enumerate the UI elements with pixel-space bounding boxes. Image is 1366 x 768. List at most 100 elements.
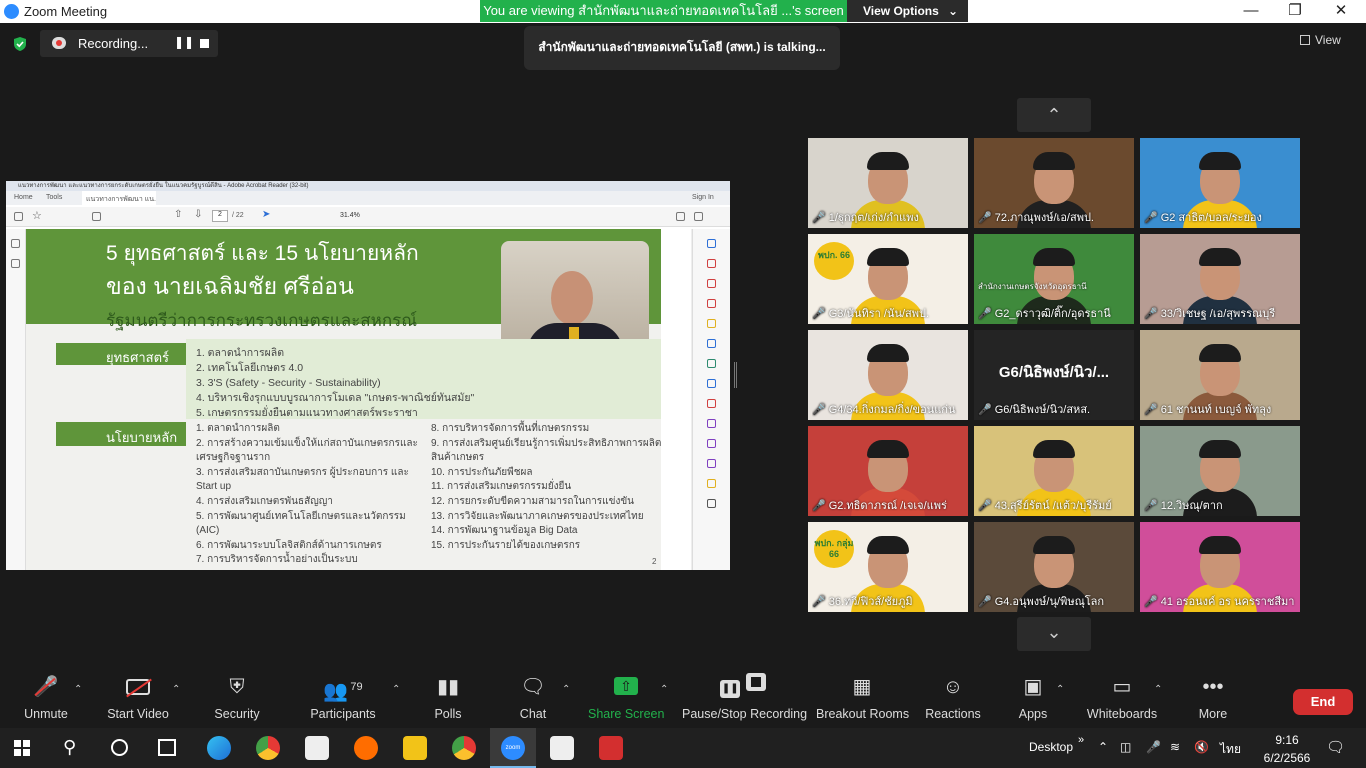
next-page-icon[interactable]: ⇩: [194, 209, 202, 220]
participant-tile[interactable]: 🎤 G2.ทธิดาภรณ์ /เจเจ/แพร่: [808, 426, 968, 516]
participant-tile[interactable]: 🎤 72.ภาณุพงษ์/เอ/สพป.: [974, 138, 1134, 228]
participant-tile[interactable]: 🎤 61 ชานนท์ เบญจ์ พัทลุง: [1140, 330, 1300, 420]
print-icon[interactable]: [92, 212, 101, 221]
mail-icon[interactable]: [694, 212, 703, 221]
network-icon[interactable]: ◫: [1120, 740, 1131, 754]
acrobat-icon[interactable]: [599, 736, 623, 760]
chat-button[interactable]: 🗨 Chat: [512, 672, 554, 728]
mail-icon[interactable]: [305, 736, 329, 760]
audio-options-caret[interactable]: ⌃: [74, 684, 82, 695]
share-options-caret[interactable]: ⌃: [660, 684, 668, 695]
combine-files-icon[interactable]: [707, 339, 716, 348]
redact-icon[interactable]: [707, 399, 716, 408]
participants-button[interactable]: 👥 79 Participants: [308, 672, 378, 728]
cortana-icon[interactable]: [111, 739, 128, 756]
participants-options-caret[interactable]: ⌃: [392, 684, 400, 695]
chat-options-caret[interactable]: ⌃: [562, 684, 570, 695]
security-button[interactable]: ⛨ Security: [210, 672, 264, 728]
breakout-rooms-button[interactable]: ▦ Breakout Rooms: [816, 672, 909, 728]
participant-tile[interactable]: 🎤 41 อรอนงค์ อร นครราชสีมา: [1140, 522, 1300, 612]
participant-tile[interactable]: 🎤 G2 สาธิต/บอล/ระยอง: [1140, 138, 1300, 228]
task-view-icon[interactable]: [158, 739, 176, 756]
bookmark-star-icon[interactable]: ☆: [32, 209, 42, 222]
chrome-icon[interactable]: [256, 736, 280, 760]
attachment-icon[interactable]: [11, 259, 20, 268]
create-pdf-icon[interactable]: [707, 279, 716, 288]
participant-tile[interactable]: 🎤 1/ฐุกฤต/เก่ง/กำแพง: [808, 138, 968, 228]
windows-start-icon[interactable]: [14, 740, 30, 756]
zoom-tool-icon[interactable]: [707, 239, 716, 248]
participant-tile[interactable]: 🎤 12.วิษณุ/ตาก: [1140, 426, 1300, 516]
compress-icon[interactable]: [707, 379, 716, 388]
input-language[interactable]: ไทย: [1220, 740, 1241, 759]
select-cursor-icon[interactable]: ➤: [262, 209, 270, 220]
clock[interactable]: 9:16 6/2/2566: [1262, 733, 1312, 765]
desktop-toolbar[interactable]: Desktop: [1029, 740, 1073, 754]
comment-icon[interactable]: [707, 319, 716, 328]
view-button[interactable]: View: [1300, 33, 1341, 47]
file-explorer-icon[interactable]: [403, 736, 427, 760]
apps-button[interactable]: ▣ Apps: [1014, 672, 1052, 728]
zoom-level[interactable]: 31.4%: [340, 212, 360, 219]
more-tools-icon[interactable]: [707, 499, 716, 508]
video-options-caret[interactable]: ⌃: [172, 684, 180, 695]
participant-tile[interactable]: 🎤 43.สุรีย์รัตน์ /แต้ว/บุรีรัมย์: [974, 426, 1134, 516]
export-pdf-icon[interactable]: [707, 259, 716, 268]
page-thumbnails-icon[interactable]: [11, 239, 20, 248]
wifi-icon[interactable]: ≋: [1170, 740, 1180, 754]
participant-tile[interactable]: สำนักงานเกษตรจังหวัดอุดรธานี 🎤 G2_ดราวุฒิ/…: [974, 234, 1134, 324]
reactions-button[interactable]: ☺ Reactions: [924, 672, 982, 728]
notifications-icon[interactable]: 🗨: [1326, 738, 1345, 756]
more-button[interactable]: ••• More: [1192, 672, 1234, 728]
whiteboards-options-caret[interactable]: ⌃: [1154, 684, 1162, 695]
share-icon[interactable]: [676, 212, 685, 221]
close-button[interactable]: ✕: [1318, 0, 1364, 23]
participant-tile[interactable]: พปก. กลุ่ม 66 🎤 36.ทวี/ฟิวส์/ชัยภูมิ: [808, 522, 968, 612]
protect-icon[interactable]: [707, 419, 716, 428]
zoom-taskbar-item[interactable]: zoom: [490, 728, 536, 768]
windows-taskbar: ⚲ zoom Desktop » ⌃ ◫ 🎤 ≋ 🔇 ไทย 9:16 6/2/…: [0, 728, 1366, 768]
chrome-profile-icon[interactable]: [452, 736, 476, 760]
app-orange-icon[interactable]: [354, 736, 378, 760]
clapper-icon[interactable]: [550, 736, 574, 760]
split-resize-handle[interactable]: [734, 362, 737, 388]
search-icon[interactable]: ⚲: [63, 737, 76, 758]
pause-recording-icon[interactable]: ❚❚: [174, 35, 194, 49]
edit-pdf-icon[interactable]: [707, 299, 716, 308]
share-screen-button[interactable]: ⇧ Share Screen: [588, 672, 664, 728]
whiteboards-button[interactable]: ▭ Whiteboards: [1086, 672, 1158, 728]
microphone-icon[interactable]: 🎤: [1146, 740, 1161, 754]
participant-tile[interactable]: 🎤 33/วิเชษฐ /เอ/สุพรรณบุรี: [1140, 234, 1300, 324]
maximize-button[interactable]: ❐: [1272, 0, 1318, 23]
participant-tile[interactable]: G6/นิธิพงษ์/นิว/... 🎤 G6/นิธิพงษ์/นิว/สหส.: [974, 330, 1134, 420]
prev-page-icon[interactable]: ⇧: [174, 209, 182, 220]
minimize-button[interactable]: —: [1228, 0, 1274, 23]
stop-recording-icon[interactable]: [200, 39, 209, 48]
view-options-button[interactable]: View Options ⌄: [847, 0, 968, 22]
page-number-input[interactable]: 2: [212, 210, 228, 222]
participant-tile[interactable]: พปก. 66 🎤 G3/นันทิรา /นัน/สพป.: [808, 234, 968, 324]
menu-home[interactable]: Home: [14, 194, 33, 201]
gallery-prev-page-button[interactable]: ⌃: [1017, 98, 1091, 132]
unmute-button[interactable]: 🎤 Unmute: [16, 672, 76, 728]
pause-stop-recording-button[interactable]: ❚❚ Pause/Stop Recording: [682, 672, 807, 728]
polls-button[interactable]: ▮▮ Polls: [426, 672, 470, 728]
volume-muted-icon[interactable]: 🔇: [1194, 740, 1209, 754]
apps-options-caret[interactable]: ⌃: [1056, 684, 1064, 695]
send-signature-icon[interactable]: [707, 459, 716, 468]
participant-tile[interactable]: 🎤 G4.อนุพงษ์/นุ/พิษณุโลก: [974, 522, 1134, 612]
fill-sign-icon[interactable]: [707, 439, 716, 448]
save-icon[interactable]: [14, 212, 23, 221]
participant-tile[interactable]: 🎤 G4/34.กิ่งกมล/กิ่ง/ขอนแก่น: [808, 330, 968, 420]
start-video-button[interactable]: Start Video: [104, 672, 172, 728]
chevron-right-icon[interactable]: »: [1078, 734, 1084, 746]
sign-in-link[interactable]: Sign In: [692, 194, 714, 201]
menu-tools[interactable]: Tools: [46, 194, 62, 201]
doc-tab[interactable]: แนวทางการพัฒนา แน...: [82, 191, 156, 205]
edge-icon[interactable]: [207, 736, 231, 760]
end-meeting-button[interactable]: End: [1293, 689, 1353, 715]
certificates-icon[interactable]: [707, 479, 716, 488]
gallery-next-page-button[interactable]: ⌄: [1017, 617, 1091, 651]
chevron-up-icon[interactable]: ⌃: [1098, 740, 1108, 754]
organize-pages-icon[interactable]: [707, 359, 716, 368]
